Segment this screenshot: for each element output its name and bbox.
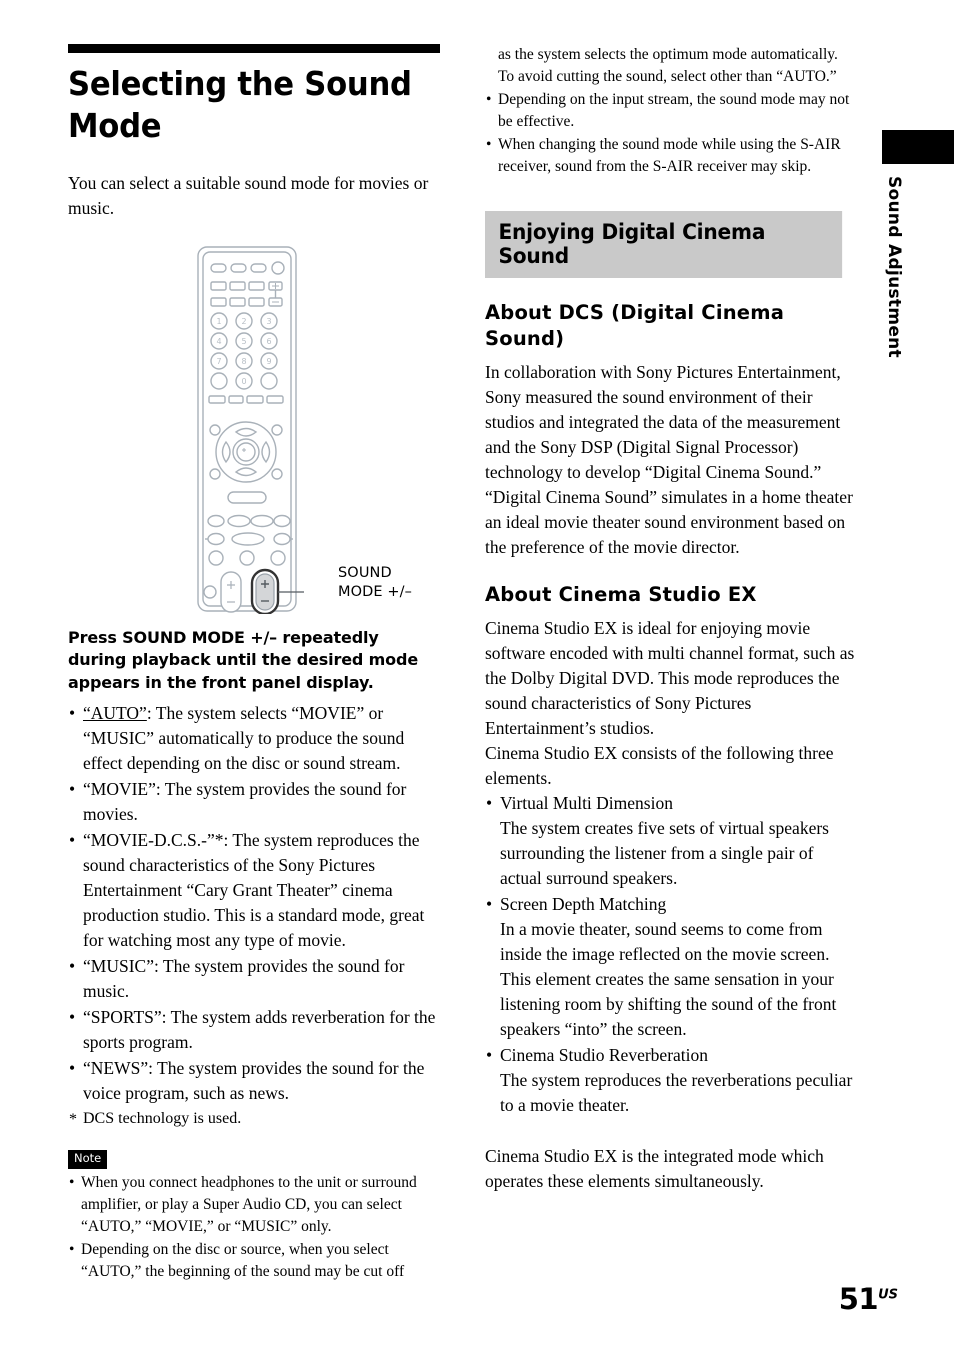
list-item: “NEWS”: The system provides the sound fo… [68, 1056, 440, 1106]
mode-desc: “MUSIC”: The system provides the sound f… [83, 955, 405, 1001]
element-description: The system creates five sets of virtual … [500, 818, 829, 889]
continued-note-list: Depending on the input stream, the sound… [485, 89, 857, 178]
list-item: Depending on the input stream, the sound… [485, 89, 857, 133]
mode-term: “AUTO” [83, 702, 147, 723]
manual-page: Selecting the Sound Mode You can select … [0, 0, 954, 1352]
remote-control-illustration: 1 2 3 4 5 6 7 8 9 0 [197, 245, 304, 614]
page-number-value: 51 [838, 1282, 879, 1316]
svg-text:4: 4 [216, 337, 221, 346]
ex-body-paragraph-1: Cinema Studio EX is ideal for enjoying m… [485, 617, 855, 738]
step-instruction: Press SOUND MODE +/– repeatedly during p… [68, 627, 419, 692]
sound-mode-callout-label: SOUND MODE +/– [338, 564, 412, 603]
dcs-body-paragraph: In collaboration with Sony Pictures Ente… [485, 361, 853, 557]
mode-desc: “MOVIE”: The system provides the sound f… [83, 778, 407, 824]
note-badge: Note [68, 1150, 108, 1169]
svg-text:8: 8 [241, 357, 246, 366]
mode-desc: “NEWS”: The system provides the sound fo… [83, 1057, 425, 1103]
callout-line-1: SOUND [338, 564, 392, 581]
mode-desc: “SPORTS”: The system adds reverberation … [83, 1006, 436, 1052]
remote-control-figure: 1 2 3 4 5 6 7 8 9 0 SOUND MODE +/– [68, 244, 440, 619]
svg-text:7: 7 [216, 357, 221, 366]
list-item: When you connect headphones to the unit … [68, 1172, 440, 1238]
page-number-suffix: US [878, 1287, 898, 1303]
list-item: Cinema Studio Reverberation The system r… [485, 1043, 857, 1118]
element-description: In a movie theater, sound seems to come … [500, 919, 837, 1040]
closing-paragraph: Cinema Studio EX is the integrated mode … [485, 1146, 824, 1192]
element-name: Virtual Multi Dimension [500, 793, 673, 813]
element-description: The system reproduces the reverberations… [500, 1070, 853, 1116]
section-banner: Enjoying Digital Cinema Sound [485, 211, 843, 278]
svg-text:0: 0 [241, 377, 246, 386]
footnote-dcs: DCS technology is used. [68, 1108, 440, 1132]
page-number: 51US [839, 1282, 898, 1316]
callout-line-2: MODE +/– [338, 584, 412, 601]
list-item: When changing the sound mode while using… [485, 134, 857, 178]
list-item: “AUTO”: The system selects “MOVIE” or “M… [68, 701, 440, 776]
list-item: “MOVIE-D.C.S.-”*: The system reproduces … [68, 828, 440, 953]
cinema-studio-ex-elements: Virtual Multi Dimension The system creat… [485, 791, 857, 1118]
element-name: Screen Depth Matching [500, 894, 667, 915]
heading-about-cinema-studio-ex: About Cinema Studio EX [485, 582, 757, 606]
list-item: Virtual Multi Dimension The system creat… [485, 791, 857, 891]
list-item: Screen Depth Matching In a movie theater… [485, 892, 857, 1042]
heading-about-dcs: About DCS (Digital Cinema Sound) [485, 301, 785, 350]
svg-text:1: 1 [216, 317, 221, 326]
title-rule [68, 44, 440, 53]
sound-mode-list: “AUTO”: The system selects “MOVIE” or “M… [68, 701, 440, 1106]
page-title: Selecting the Sound Mode [68, 64, 412, 146]
sound-mode-button-highlight [250, 568, 280, 614]
section-tab-marker [882, 130, 954, 164]
svg-text:5: 5 [241, 337, 246, 346]
ex-body-paragraph-2: Cinema Studio EX consists of the followi… [485, 742, 834, 788]
svg-text:3: 3 [266, 317, 271, 326]
svg-text:9: 9 [266, 357, 271, 366]
svg-text:6: 6 [266, 337, 271, 346]
element-name: Cinema Studio Reverberation [500, 1045, 709, 1066]
mode-desc: “MOVIE-D.C.S.-”*: The system reproduces … [83, 829, 425, 950]
continued-paragraph: as the system selects the optimum mode a… [498, 46, 838, 85]
list-item: “MUSIC”: The system provides the sound f… [68, 954, 440, 1004]
left-column: Selecting the Sound Mode You can select … [68, 44, 440, 1284]
note-list: When you connect headphones to the unit … [68, 1172, 440, 1283]
svg-text:2: 2 [241, 317, 246, 326]
intro-paragraph: You can select a suitable sound mode for… [68, 173, 429, 219]
section-tab-label: Sound Adjustment [884, 176, 904, 358]
list-item: “SPORTS”: The system adds reverberation … [68, 1005, 440, 1055]
list-item: Depending on the disc or source, when yo… [68, 1239, 440, 1283]
list-item: “MOVIE”: The system provides the sound f… [68, 777, 440, 827]
right-column: as the system selects the optimum mode a… [485, 44, 857, 1194]
